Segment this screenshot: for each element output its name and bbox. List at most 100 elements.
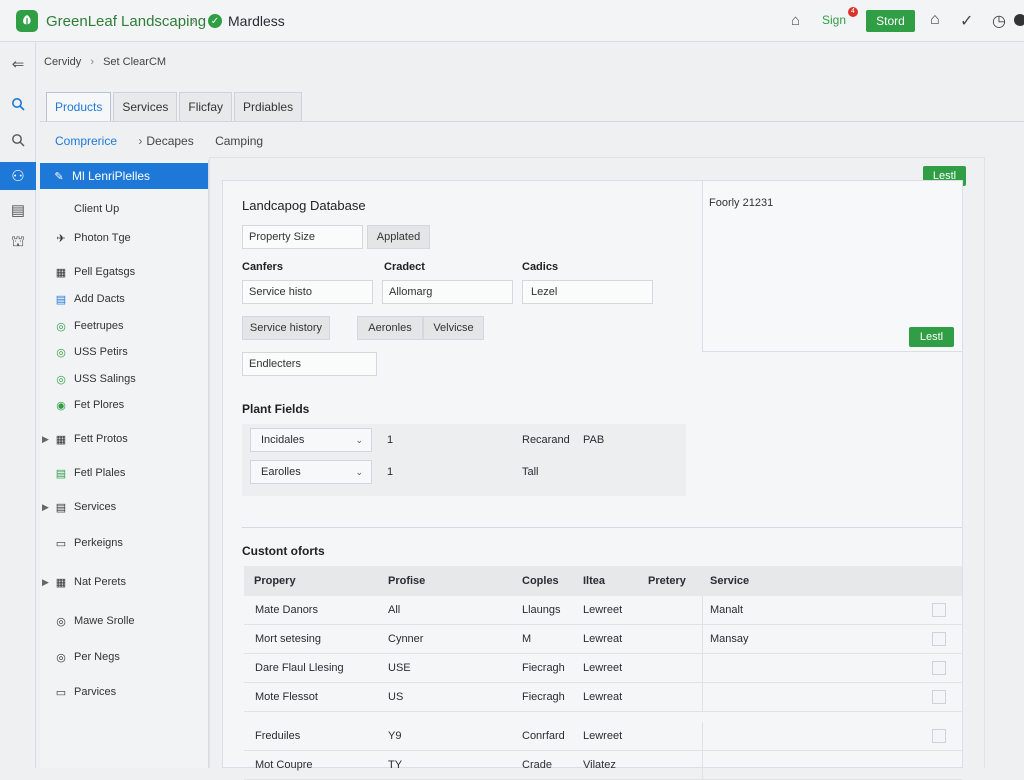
aeronles-chip[interactable]: Aeronles [357, 316, 423, 340]
sidebar: ✎ Ml LenriPlelles Client Up ✈ Photon Tge… [40, 160, 209, 768]
sidebar-item-add-dacts[interactable]: ▤ Add Dacts [42, 286, 209, 312]
sidebar-item-client-up[interactable]: Client Up [42, 196, 209, 222]
property-size-field[interactable]: Property Size [242, 225, 363, 249]
add-button-bottom[interactable]: Lestl [909, 327, 954, 347]
table-cell: Fiecragh [522, 691, 565, 703]
subtab-camping[interactable]: Camping [215, 134, 263, 148]
divider [40, 121, 1024, 122]
column-header[interactable]: Service [710, 566, 749, 596]
stord-button[interactable]: Stord [866, 10, 915, 32]
lezel-field[interactable]: Lezel [522, 280, 653, 304]
bookmark-icon[interactable]: ⌂ [791, 12, 800, 29]
sidebar-item-fett-protos[interactable]: ▶ ▦ Fett Protos [42, 426, 209, 452]
sidebar-item-fet-plores[interactable]: ◉ Fet Plores [42, 392, 209, 418]
table-cell: Lewreet [583, 604, 623, 616]
column-header[interactable]: Coples [522, 566, 559, 596]
list-icon[interactable]: ▤ [0, 196, 36, 224]
column-header[interactable]: Propery [254, 566, 296, 596]
plant-select[interactable]: Earolles ⌄ [250, 460, 372, 484]
table-row[interactable]: Freduiles Y9 Conrfard Lewreet [244, 722, 962, 751]
sidebar-item-uss-petirs[interactable]: ◎ USS Petirs [42, 339, 209, 365]
table-row[interactable]: Mote Flessot US Fiecragh Lewreat [244, 683, 962, 712]
project-name[interactable]: Mardless [228, 13, 285, 29]
tab-prdiables[interactable]: Prdiables [234, 92, 303, 122]
applied-chip[interactable]: Applated [367, 225, 430, 249]
sidebar-item-photon-tge[interactable]: ✈ Photon Tge [42, 225, 209, 251]
service-history-chip[interactable]: Service history [242, 316, 330, 340]
row-checkbox[interactable] [932, 603, 946, 617]
folder-icon: ▭ [55, 537, 67, 550]
sidebar-item-label: Ml LenriPlelles [72, 169, 151, 183]
row-checkbox[interactable] [932, 729, 946, 743]
column-header[interactable]: Iltea [583, 566, 605, 596]
table-cell: Cynner [388, 633, 424, 645]
table-cell: All [388, 604, 401, 616]
back-arrow-icon[interactable]: ⇐ [0, 50, 36, 78]
table-cell: Lewreet [583, 730, 623, 742]
tab-products[interactable]: Products [46, 92, 112, 122]
row-checkbox[interactable] [932, 661, 946, 675]
table-header: Propery Profise Coples Iltea Pretery Ser… [244, 566, 962, 596]
sidebar-item-lenriplelles[interactable]: ✎ Ml LenriPlelles [40, 163, 208, 189]
column-header[interactable]: Pretery [648, 566, 686, 596]
chevron-down-icon: ⌄ [355, 435, 363, 445]
list-icon: ▤ [55, 467, 67, 480]
users-icon[interactable]: ⚇ [0, 162, 36, 190]
sidebar-item-feetrupes[interactable]: ◎ Feetrupes [42, 313, 209, 339]
avatar[interactable] [1014, 14, 1024, 26]
search-alt-icon[interactable] [0, 126, 36, 154]
column-label: Cradect [384, 261, 425, 273]
endlecters-field[interactable]: Endlecters [242, 352, 377, 376]
table-cell: Mate Danors [255, 604, 318, 616]
search-icon[interactable] [0, 90, 36, 118]
custom-efforts-table: Propery Profise Coples Iltea Pretery Ser… [244, 566, 962, 780]
tab-services[interactable]: Services [113, 92, 178, 122]
tab-flicfay[interactable]: Flicfay [179, 92, 233, 122]
table-cell: Y9 [388, 730, 402, 742]
table-row[interactable]: Mort setesing Cynner M Lewreat Mansay [244, 625, 962, 654]
building-icon[interactable]: ⛫ [0, 228, 36, 256]
sub-tabs: Comprerice › Decapes Camping [55, 134, 281, 148]
sidebar-item-services[interactable]: ▶ ▤ Services [42, 494, 209, 520]
velvicse-chip[interactable]: Velvicse [423, 316, 484, 340]
chevron-right-icon[interactable]: ▶ [42, 577, 49, 588]
sidebar-item-nat-perets[interactable]: ▶ ▦ Nat Perets [42, 569, 209, 595]
column-header[interactable]: Profise [388, 566, 425, 596]
table-row[interactable]: Dare Flaul Llesing USE Fiecragh Lewreet [244, 654, 962, 683]
sidebar-item-parvices[interactable]: ▭ Parvices [42, 679, 209, 705]
sidebar-item-uss-salings[interactable]: ◎ USS Salings [42, 366, 209, 392]
home-icon[interactable]: ⌂ [930, 11, 940, 29]
table-row[interactable]: Mot Coupre TY Crade Vilatez [244, 751, 962, 780]
target-icon: ◎ [56, 346, 66, 359]
check-circle-icon: ✓ [208, 14, 222, 28]
row-checkbox[interactable] [932, 690, 946, 704]
subtab-comprerice[interactable]: Comprerice [55, 134, 117, 148]
row-checkbox[interactable] [932, 632, 946, 646]
chevron-right-icon[interactable]: ▶ [42, 434, 49, 445]
app-title[interactable]: GreenLeaf Landscaping [46, 13, 206, 30]
select-value: Incidales [261, 434, 305, 446]
breadcrumb-item[interactable]: Cervidy [44, 56, 81, 68]
sidebar-item-perkeigns[interactable]: ▭ Perkeigns [42, 530, 209, 556]
allomarg-field[interactable]: Allomarg [382, 280, 513, 304]
breadcrumb-item[interactable]: Set ClearCM [103, 56, 166, 68]
breadcrumb: Cervidy › Set ClearCM [44, 56, 166, 68]
sidebar-item-label: Photon Tge [74, 232, 131, 244]
sign-link[interactable]: Sign [822, 13, 846, 27]
service-histo-field[interactable]: Service histo [242, 280, 373, 304]
column-divider [702, 625, 703, 653]
column-divider [702, 751, 703, 779]
sidebar-item-mawe-srolle[interactable]: ◎ Mawe Srolle [42, 608, 209, 634]
side-note: Foorly 21231 [709, 197, 774, 209]
clock-icon[interactable]: ◷ [992, 11, 1006, 31]
subtab-decapes[interactable]: Decapes [146, 134, 193, 148]
sidebar-item-fetl-plales[interactable]: ▤ Fetl Plales [42, 460, 209, 486]
checkmark-icon[interactable]: ✓ [960, 11, 973, 31]
sidebar-item-per-negs[interactable]: ◎ Per Negs [42, 644, 209, 670]
sidebar-item-pell-egatsgs[interactable]: ▦ Pell Egatsgs [42, 259, 209, 285]
plant-select[interactable]: Incidales ⌄ [250, 428, 372, 452]
table-row[interactable]: Mate Danors All Llaungs Lewreet Manalt [244, 596, 962, 625]
grid-icon: ▦ [55, 266, 67, 279]
table-cell: Vilatez [583, 759, 616, 771]
chevron-right-icon[interactable]: ▶ [42, 502, 49, 513]
